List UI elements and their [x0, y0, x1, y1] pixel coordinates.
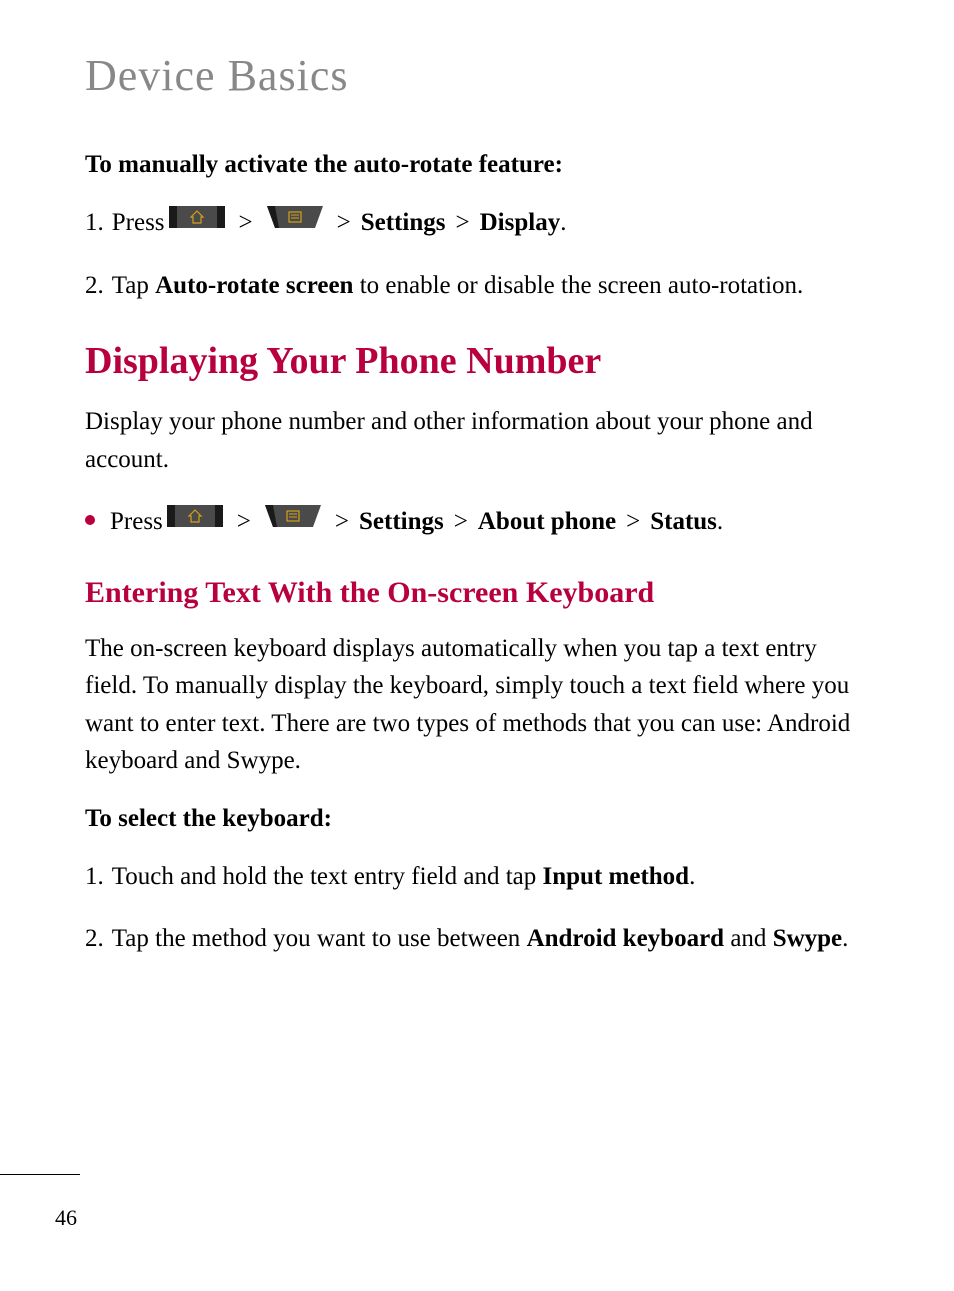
- menu-key-icon: [267, 202, 323, 240]
- separator: >: [335, 503, 349, 541]
- period: .: [842, 925, 848, 952]
- step-number: 2.: [85, 925, 104, 952]
- step-number: 1.: [85, 863, 104, 890]
- display-label: Display: [480, 204, 561, 242]
- home-key-icon: [167, 501, 223, 539]
- page-footer: 46: [0, 1174, 954, 1231]
- period: .: [560, 204, 566, 242]
- page-title: Device Basics: [85, 50, 869, 101]
- separator: >: [454, 503, 468, 541]
- android-keyboard-label: Android keyboard: [527, 925, 725, 952]
- menu-key-icon: [265, 501, 321, 539]
- period: .: [717, 503, 723, 541]
- page-number: 46: [55, 1205, 954, 1231]
- press-label: Press: [112, 204, 165, 242]
- settings-label: Settings: [361, 204, 446, 242]
- bullet-press-status: Press > > Settings > About phone > Statu…: [85, 503, 869, 541]
- text-part: Touch and hold the text entry field and …: [112, 863, 543, 890]
- entering-text-body: The on-screen keyboard displays automati…: [85, 630, 869, 780]
- swype-label: Swype: [773, 925, 842, 952]
- rest-text: to enable or disable the screen auto-rot…: [353, 272, 803, 299]
- and-text: and: [724, 925, 773, 952]
- settings-label: Settings: [359, 503, 444, 541]
- auto-rotate-heading: To manually activate the auto-rotate fea…: [85, 151, 869, 179]
- displaying-phone-body: Display your phone number and other info…: [85, 403, 869, 478]
- displaying-phone-heading: Displaying Your Phone Number: [85, 339, 869, 383]
- step-2-autorotate: 2. Tap Auto-rotate screen to enable or di…: [85, 267, 869, 305]
- press-label: Press: [110, 503, 163, 541]
- select-keyboard-heading: To select the keyboard:: [85, 805, 869, 833]
- period: .: [689, 863, 695, 890]
- footer-rule: [0, 1174, 80, 1175]
- entering-text-heading: Entering Text With the On-screen Keyboar…: [85, 576, 869, 610]
- separator: >: [237, 503, 251, 541]
- step-2-keyboard: 2. Tap the method you want to use between…: [85, 920, 869, 958]
- separator: >: [626, 503, 640, 541]
- home-key-icon: [169, 202, 225, 240]
- separator: >: [337, 204, 351, 242]
- tap-text: Tap: [112, 272, 155, 299]
- step-1-keyboard: 1. Touch and hold the text entry field an…: [85, 858, 869, 896]
- step-number: 2.: [85, 272, 104, 299]
- autorotate-label: Auto-rotate screen: [155, 272, 353, 299]
- bullet-icon: [85, 515, 95, 525]
- step-number: 1.: [85, 204, 104, 242]
- input-method-label: Input method: [543, 863, 690, 890]
- separator: >: [239, 204, 253, 242]
- step-1-autorotate: 1. Press > > Settings > Display.: [85, 204, 869, 242]
- status-label: Status: [650, 503, 717, 541]
- text-part: Tap the method you want to use between: [112, 925, 527, 952]
- separator: >: [456, 204, 470, 242]
- about-phone-label: About phone: [478, 503, 616, 541]
